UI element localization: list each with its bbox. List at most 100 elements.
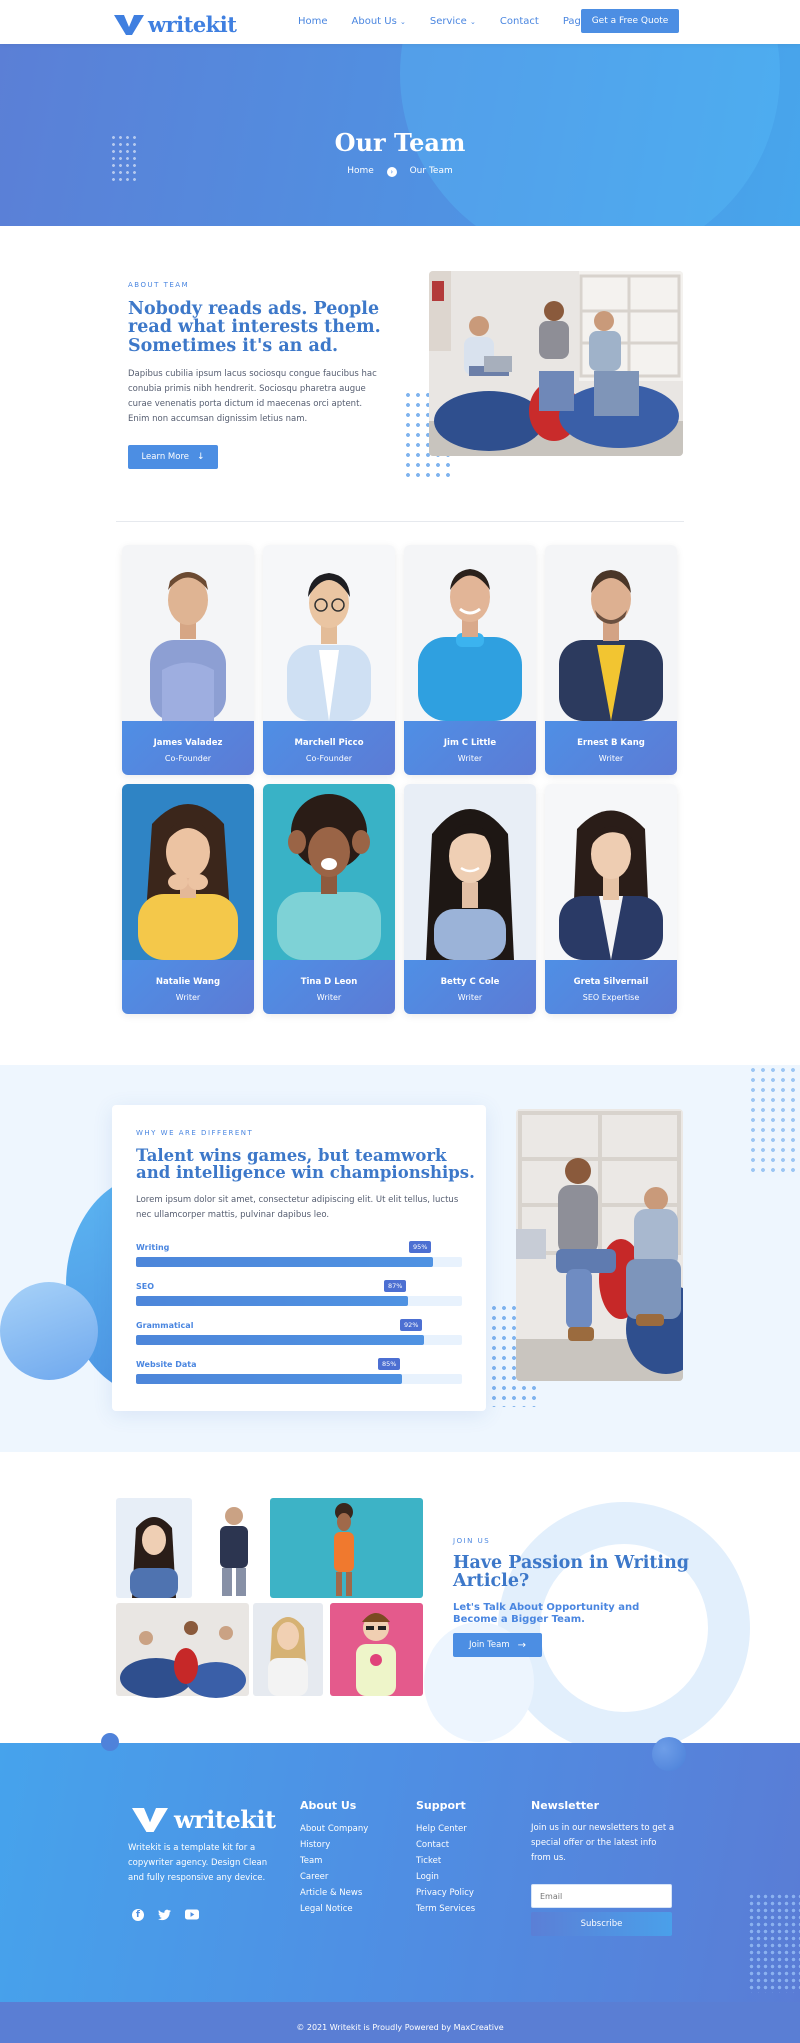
breadcrumb-home[interactable]: Home: [347, 166, 374, 176]
member-name: Ernest B Kang: [577, 738, 645, 748]
heading-line: and intelligence win championships.: [136, 1163, 475, 1183]
skills-dot-pattern-right: [748, 1065, 800, 1177]
member-role: Writer: [457, 993, 483, 1002]
nav-item-service[interactable]: Service ⌄: [430, 16, 476, 27]
footer-link[interactable]: Legal Notice: [300, 1901, 368, 1917]
footer-about-links: About Company History Team Career Articl…: [300, 1821, 368, 1917]
section-divider: [116, 521, 684, 522]
skill-label: Website Data: [136, 1360, 197, 1369]
photo-collage: [116, 1498, 426, 1698]
member-info: James Valadez Co-Founder: [122, 721, 254, 775]
footer-link[interactable]: Article & News: [300, 1885, 368, 1901]
about-heading: Nobody reads ads. People read what inter…: [128, 300, 388, 356]
footer-logo-text: writekit: [174, 1805, 276, 1834]
footer-link[interactable]: Career: [300, 1869, 368, 1885]
team-card[interactable]: Betty C Cole Writer: [404, 784, 536, 1014]
button-label: Join Team: [468, 1640, 510, 1650]
decor-ball: [652, 1737, 686, 1771]
youtube-icon[interactable]: [185, 1909, 199, 1920]
member-info: Greta Silvernail SEO Expertise: [545, 960, 677, 1014]
nav-label: Contact: [499, 16, 539, 27]
button-label: Learn More: [141, 452, 189, 462]
member-info: Ernest B Kang Writer: [545, 721, 677, 775]
logo[interactable]: writekit: [114, 12, 237, 37]
footer-link[interactable]: About Company: [300, 1821, 368, 1837]
member-role: Writer: [316, 993, 342, 1002]
team-card[interactable]: Jim C Little Writer: [404, 545, 536, 775]
member-photo: [404, 784, 536, 960]
skills-paragraph: Lorem ipsum dolor sit amet, consectetur …: [136, 1195, 459, 1220]
team-card[interactable]: Greta Silvernail SEO Expertise: [545, 784, 677, 1014]
decor-ring: [498, 1502, 750, 1754]
subheading-line: Become a Bigger Team.: [453, 1614, 585, 1625]
nav-item-contact[interactable]: Contact: [500, 16, 539, 27]
breadcrumb: Home › Our Team: [0, 166, 800, 177]
member-photo: [122, 784, 254, 960]
footer-link[interactable]: Login: [416, 1869, 475, 1885]
heading-line: Have Passion in Writing: [453, 1553, 690, 1573]
join-team-button[interactable]: Join Team →: [453, 1633, 542, 1657]
member-name: James Valadez: [153, 738, 223, 748]
member-name: Tina D Leon: [300, 977, 358, 987]
member-photo: [263, 784, 395, 960]
chevron-down-icon: ⌄: [470, 18, 476, 26]
member-info: Betty C Cole Writer: [404, 960, 536, 1014]
skills-card: WHY WE ARE DIFFERENT Talent wins games, …: [112, 1105, 486, 1411]
arrow-right-icon: →: [517, 1639, 526, 1651]
about-eyebrow: ABOUT TEAM: [128, 281, 190, 289]
member-role: Writer: [175, 993, 201, 1002]
member-name: Natalie Wang: [155, 977, 221, 987]
twitter-icon[interactable]: [158, 1909, 171, 1921]
team-card[interactable]: James Valadez Co-Founder: [122, 545, 254, 775]
footer-dot-pattern: [748, 1893, 800, 1993]
main-nav: Home About Us ⌄ Service ⌄ Contact Page ⌄: [298, 16, 596, 27]
nav-label: About Us: [351, 16, 397, 27]
learn-more-button[interactable]: Learn More ↓: [128, 445, 218, 469]
breadcrumb-current: Our Team: [409, 166, 453, 176]
member-role: Co-Founder: [164, 754, 212, 763]
skill-progress-fill: [136, 1335, 424, 1345]
footer-link[interactable]: Contact: [416, 1837, 475, 1853]
team-card[interactable]: Marchell Picco Co-Founder: [263, 545, 395, 775]
footer-about-title: About Us: [300, 1799, 357, 1812]
team-card[interactable]: Natalie Wang Writer: [122, 784, 254, 1014]
member-photo: [122, 545, 254, 721]
logo-mark-icon: [114, 14, 144, 35]
nav-item-home[interactable]: Home: [298, 16, 328, 27]
decor-ball: [101, 1733, 119, 1751]
footer-link[interactable]: Help Center: [416, 1821, 475, 1837]
team-card[interactable]: Ernest B Kang Writer: [545, 545, 677, 775]
footer-link[interactable]: Ticket: [416, 1853, 475, 1869]
member-photo: [263, 545, 395, 721]
skills-photo: [516, 1109, 683, 1381]
social-icons: f: [132, 1909, 199, 1921]
skill-percent-badge: 92%: [400, 1319, 423, 1331]
footer-link[interactable]: Term Services: [416, 1901, 475, 1917]
facebook-icon[interactable]: f: [132, 1909, 144, 1921]
footer-logo[interactable]: writekit: [130, 1805, 276, 1834]
arrow-down-icon: ↓: [196, 452, 205, 462]
skill-percent-badge: 85%: [378, 1358, 401, 1370]
footer-link[interactable]: History: [300, 1837, 368, 1853]
newsletter-text: Join us in our newsletters to get a spec…: [531, 1823, 675, 1863]
skill-label: SEO: [136, 1282, 155, 1291]
heading-line: read what interests them.: [128, 317, 381, 338]
skill-progress-fill: [136, 1257, 433, 1267]
site-footer: writekit Writekit is a template kit for …: [0, 1743, 800, 2043]
member-info: Marchell Picco Co-Founder: [263, 721, 395, 775]
get-quote-button[interactable]: Get a Free Quote: [581, 9, 679, 33]
decor-circle: [0, 1282, 98, 1380]
footer-link[interactable]: Team: [300, 1853, 368, 1869]
footer-link[interactable]: Privacy Policy: [416, 1885, 475, 1901]
email-field[interactable]: [531, 1884, 672, 1908]
member-name: Betty C Cole: [440, 977, 500, 987]
join-eyebrow: JOIN US: [453, 1537, 491, 1545]
copyright: © 2021 Writekit is Proudly Powered by Ma…: [296, 2023, 504, 2032]
chevron-down-icon: ⌄: [400, 18, 406, 26]
footer-description: Writekit is a template kit for a copywri…: [128, 1843, 268, 1883]
team-card[interactable]: Tina D Leon Writer: [263, 784, 395, 1014]
member-photo: [545, 545, 677, 721]
nav-item-about-us[interactable]: About Us ⌄: [352, 16, 406, 27]
page-title: Our Team: [334, 128, 466, 157]
subscribe-button[interactable]: Subscribe: [531, 1912, 672, 1936]
